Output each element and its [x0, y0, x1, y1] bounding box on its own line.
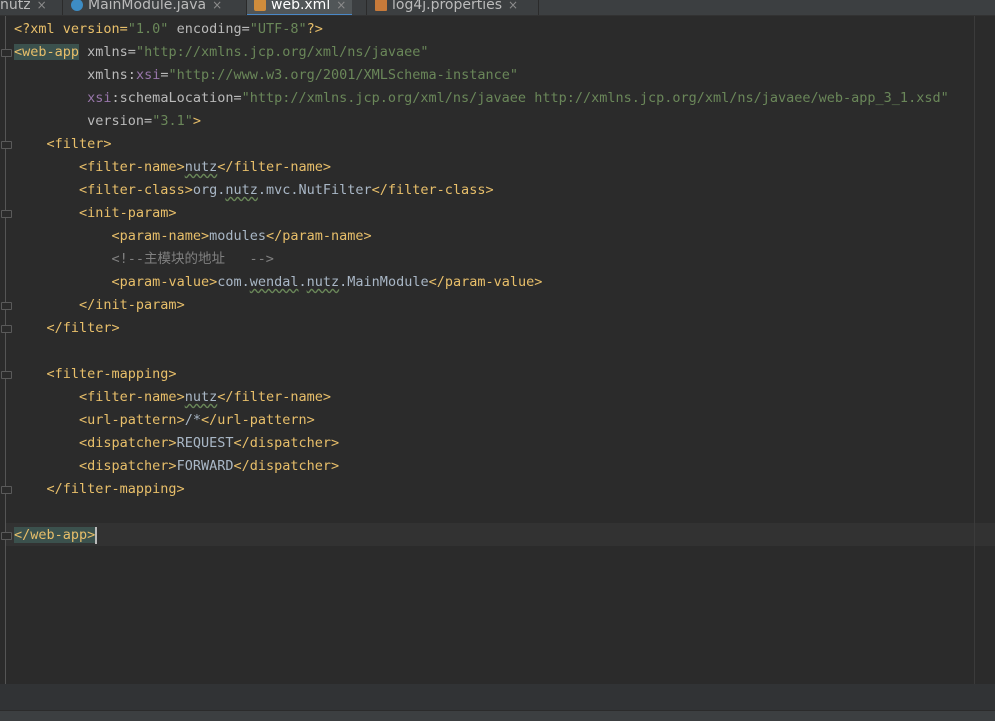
xml-file-icon	[254, 0, 266, 11]
tab-label: log4j.properties	[392, 0, 503, 13]
code-line: <dispatcher>FORWARD</dispatcher>	[79, 458, 340, 474]
code-line: <?xml version="1.0" encoding="UTF-8"?>	[14, 21, 323, 37]
fold-marker-icon[interactable]	[1, 141, 12, 149]
fold-marker-icon[interactable]	[1, 302, 12, 310]
code-line: <!--主模块的地址 -->	[111, 251, 274, 267]
close-icon[interactable]: ×	[508, 0, 518, 12]
code-line: <filter-class>org.nutz.mvc.NutFilter</fi…	[79, 182, 494, 198]
code-line: version="3.1">	[87, 113, 201, 129]
tab-mainmodule-java[interactable]: MainModule.java ×	[71, 0, 228, 15]
code-line: xmlns:xsi="http://www.w3.org/2001/XMLSch…	[87, 67, 518, 83]
editor-tab-bar: nutz × MainModule.java × web.xml × log4j.pr…	[0, 0, 995, 16]
tab-separator	[366, 0, 367, 15]
status-bar	[0, 710, 995, 721]
fold-marker-icon[interactable]	[1, 49, 12, 57]
horizontal-scrollbar-area[interactable]	[0, 684, 995, 710]
code-line: <filter-name>nutz</filter-name>	[79, 389, 332, 405]
tab-web-xml[interactable]: web.xml ×	[247, 0, 353, 15]
fold-marker-icon[interactable]	[1, 325, 12, 333]
code-editor[interactable]: <?xml version="1.0" encoding="UTF-8"?> <…	[0, 16, 995, 684]
code-line: <param-name>modules</param-name>	[111, 228, 372, 244]
gutter-border	[5, 16, 6, 684]
java-class-icon	[71, 0, 83, 11]
code-line: <url-pattern>/*</url-pattern>	[79, 412, 315, 428]
code-line: </filter-mapping>	[46, 481, 185, 497]
tab-separator	[538, 0, 539, 15]
code-line: <dispatcher>REQUEST</dispatcher>	[79, 435, 340, 451]
code-line: <filter-mapping>	[46, 366, 177, 382]
code-line-current: </web-app>	[14, 526, 98, 544]
right-margin-guide	[974, 16, 975, 684]
close-icon[interactable]: ×	[336, 0, 346, 12]
code-line: </filter>	[46, 320, 120, 336]
fold-marker-icon[interactable]	[1, 210, 12, 218]
code-line: xsi:schemaLocation="http://xmlns.jcp.org…	[87, 90, 949, 106]
close-icon[interactable]: ×	[37, 0, 47, 12]
code-line: <filter-name>nutz</filter-name>	[79, 159, 332, 175]
fold-marker-icon[interactable]	[1, 486, 12, 494]
code-lines: <?xml version="1.0" encoding="UTF-8"?> <…	[14, 18, 949, 547]
tab-nutz[interactable]: nutz ×	[0, 0, 53, 15]
text-caret	[95, 526, 98, 544]
properties-file-icon	[375, 0, 387, 11]
tab-label: nutz	[0, 0, 31, 13]
code-line: <filter>	[46, 136, 112, 152]
close-icon[interactable]: ×	[212, 0, 222, 12]
code-line: </init-param>	[79, 297, 185, 313]
tab-label: web.xml	[271, 0, 331, 13]
tab-separator	[62, 0, 63, 15]
code-line: <init-param>	[79, 205, 177, 221]
tab-log4j-properties[interactable]: log4j.properties ×	[375, 0, 524, 15]
code-line: <param-value>com.wendal.nutz.MainModule<…	[111, 274, 543, 290]
tab-label: MainModule.java	[88, 0, 207, 13]
code-line: <web-app xmlns="http://xmlns.jcp.org/xml…	[14, 44, 429, 60]
fold-marker-icon[interactable]	[1, 532, 12, 540]
fold-marker-icon[interactable]	[1, 371, 12, 379]
